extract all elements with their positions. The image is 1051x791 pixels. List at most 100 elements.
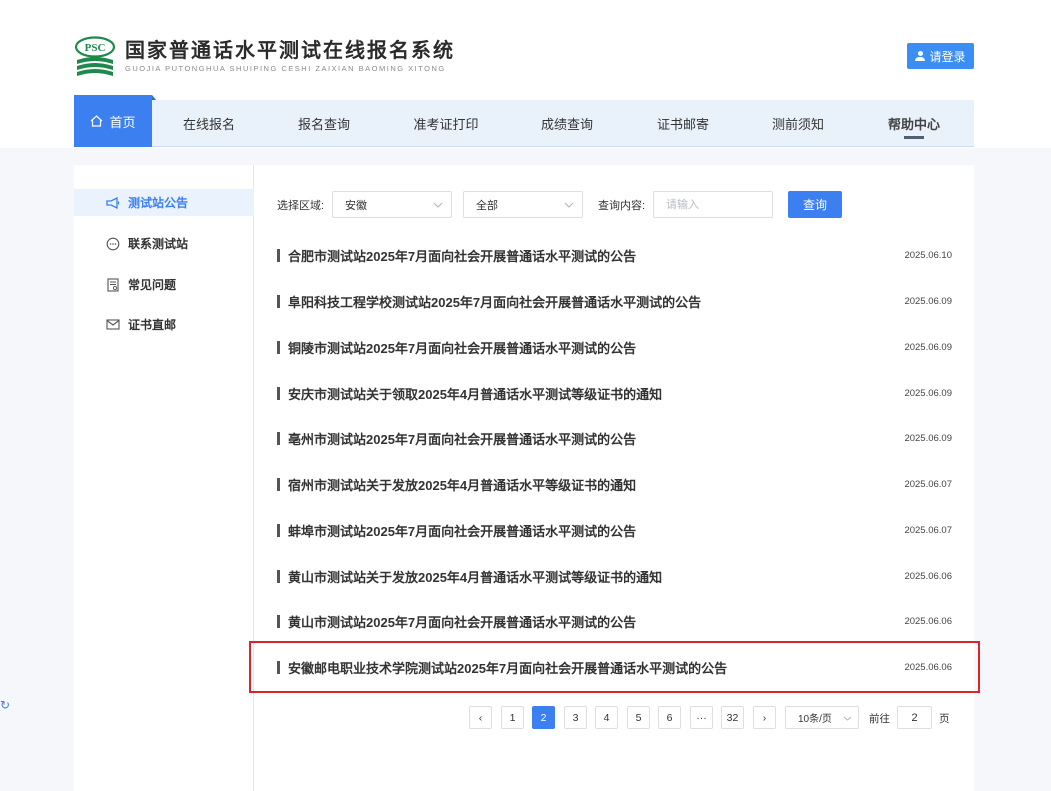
list-item[interactable]: 蚌埠市测试站2025年7月面向社会开展普通话水平测试的公告 2025.06.07 xyxy=(277,515,954,545)
list-item[interactable]: 阜阳科技工程学校测试站2025年7月面向社会开展普通话水平测试的公告 2025.0… xyxy=(277,286,954,316)
list-bullet xyxy=(277,340,280,354)
list-bullet xyxy=(277,523,280,537)
province-select[interactable]: 安徽 xyxy=(332,191,452,218)
announcement-date: 2025.06.09 xyxy=(904,341,952,353)
main-nav: 首页 在线报名 报名查询 准考证打印 成绩查询 证书邮寄 测前须知 帮助中心 xyxy=(74,95,974,147)
list-bullet xyxy=(277,614,280,628)
page-size-select[interactable]: 10条/页 xyxy=(785,706,859,729)
login-button[interactable]: 请登录 xyxy=(907,43,974,69)
city-select[interactable]: 全部 xyxy=(463,191,583,218)
edge-fragment-icon: ↻ xyxy=(0,698,11,712)
page-button-6[interactable]: 6 xyxy=(658,706,681,729)
nav-label: 准考证打印 xyxy=(413,117,479,132)
province-value: 安徽 xyxy=(345,199,367,212)
site-title: 国家普通话水平测试在线报名系统 xyxy=(125,38,455,62)
goto-page-input[interactable] xyxy=(897,706,932,729)
sidebar-item-faq[interactable]: 常见问题 xyxy=(74,271,254,298)
nav-item-test-notice[interactable]: 测前须知 xyxy=(742,100,854,147)
list-bullet xyxy=(277,294,280,308)
query-button[interactable]: 查询 xyxy=(788,191,842,218)
home-icon xyxy=(90,115,103,127)
nav-item-certificate-mail[interactable]: 证书邮寄 xyxy=(624,100,742,147)
list-item[interactable]: 铜陵市测试站2025年7月面向社会开展普通话水平测试的公告 2025.06.09 xyxy=(277,332,954,362)
announcement-title: 安徽邮电职业技术学院测试站2025年7月面向社会开展普通话水平测试的公告 xyxy=(288,660,728,676)
sidebar-item-contact-station[interactable]: 联系测试站 xyxy=(74,230,254,257)
chat-icon xyxy=(106,237,120,251)
announcement-date: 2025.06.10 xyxy=(904,249,952,261)
chevron-down-icon xyxy=(564,200,574,212)
chevron-down-icon xyxy=(843,714,852,725)
list-item[interactable]: 合肥市测试站2025年7月面向社会开展普通话水平测试的公告 2025.06.10 xyxy=(277,240,954,270)
nav-label: 报名查询 xyxy=(297,117,350,132)
list-item[interactable]: 亳州市测试站2025年7月面向社会开展普通话水平测试的公告 2025.06.09 xyxy=(277,423,954,453)
megaphone-icon xyxy=(106,196,120,210)
announcement-title: 铜陵市测试站2025年7月面向社会开展普通话水平测试的公告 xyxy=(288,340,637,356)
list-item[interactable]: 黄山市测试站2025年7月面向社会开展普通话水平测试的公告 2025.06.06 xyxy=(277,606,954,636)
nav-item-admission-ticket[interactable]: 准考证打印 xyxy=(382,100,510,147)
nav-label: 首页 xyxy=(109,114,136,130)
nav-item-registration-query[interactable]: 报名查询 xyxy=(266,100,382,147)
nav-item-help-center[interactable]: 帮助中心 xyxy=(854,100,974,147)
page-button-1[interactable]: 1 xyxy=(501,706,524,729)
user-icon xyxy=(915,51,926,61)
search-input[interactable] xyxy=(653,191,773,218)
sidebar-item-label: 测试站公告 xyxy=(128,196,189,210)
list-item[interactable]: 黄山市测试站关于发放2025年4月普通话水平测试等级证书的通知 2025.06.0… xyxy=(277,561,954,591)
logo-badge-text: PSC xyxy=(85,42,106,54)
page-button-3[interactable]: 3 xyxy=(564,706,587,729)
announcement-date: 2025.06.09 xyxy=(904,387,952,399)
page-button-5[interactable]: 5 xyxy=(627,706,650,729)
page-unit-label: 页 xyxy=(939,713,950,725)
nav-item-home[interactable]: 首页 xyxy=(74,95,156,147)
list-bullet xyxy=(277,569,280,583)
announcement-date: 2025.06.06 xyxy=(904,661,952,673)
list-bullet xyxy=(277,431,280,445)
page-button-4[interactable]: 4 xyxy=(595,706,618,729)
sidebar: 测试站公告 联系测试站 常见问题 证书直邮 xyxy=(74,165,254,791)
nav-label: 在线报名 xyxy=(182,117,235,132)
announcement-title: 黄山市测试站关于发放2025年4月普通话水平测试等级证书的通知 xyxy=(288,569,663,585)
site-logo[interactable]: PSC 国家普通话水平测试在线报名系统 GUOJIA PUTONGHUA SHU… xyxy=(73,36,455,78)
list-bullet xyxy=(277,386,280,400)
chevron-down-icon xyxy=(433,200,443,212)
next-page-button[interactable]: › xyxy=(753,706,776,729)
announcement-title: 阜阳科技工程学校测试站2025年7月面向社会开展普通话水平测试的公告 xyxy=(288,294,702,310)
sidebar-item-announcements[interactable]: 测试站公告 xyxy=(74,189,254,216)
document-icon xyxy=(106,277,120,292)
list-bullet xyxy=(277,248,280,262)
active-underline xyxy=(904,136,924,139)
announcement-date: 2025.06.09 xyxy=(904,432,952,444)
announcement-title: 合肥市测试站2025年7月面向社会开展普通话水平测试的公告 xyxy=(288,248,637,264)
list-item[interactable]: 安庆市测试站关于领取2025年4月普通话水平测试等级证书的通知 2025.06.0… xyxy=(277,378,954,408)
announcement-date: 2025.06.09 xyxy=(904,295,952,307)
prev-page-button[interactable]: ‹ xyxy=(469,706,492,729)
nav-item-online-registration[interactable]: 在线报名 xyxy=(152,100,266,147)
region-label: 选择区域: xyxy=(277,200,325,212)
announcement-date: 2025.06.07 xyxy=(904,524,952,536)
page-button-2[interactable]: 2 xyxy=(532,706,555,729)
announcement-date: 2025.06.06 xyxy=(904,570,952,582)
list-bullet xyxy=(277,477,280,491)
page-button-32[interactable]: 32 xyxy=(721,706,744,729)
nav-label: 帮助中心 xyxy=(887,117,940,132)
announcement-title: 蚌埠市测试站2025年7月面向社会开展普通话水平测试的公告 xyxy=(288,523,637,539)
announcement-title: 宿州市测试站关于发放2025年4月普通话水平等级证书的通知 xyxy=(288,477,637,493)
sidebar-item-certificate-mail[interactable]: 证书直邮 xyxy=(74,311,254,338)
list-bullet xyxy=(277,660,280,674)
sidebar-item-label: 证书直邮 xyxy=(128,318,177,332)
sidebar-item-label: 常见问题 xyxy=(128,278,177,292)
page-size-value: 10条/页 xyxy=(798,714,832,725)
page-ellipsis-button[interactable]: ··· xyxy=(690,706,713,729)
list-item[interactable]: 宿州市测试站关于发放2025年4月普通话水平等级证书的通知 2025.06.07 xyxy=(277,469,954,499)
sidebar-item-label: 联系测试站 xyxy=(128,237,189,251)
announcement-title: 黄山市测试站2025年7月面向社会开展普通话水平测试的公告 xyxy=(288,614,637,630)
content-panel: 测试站公告 联系测试站 常见问题 证书直邮 选择区域: 安徽 全部 查询内容: … xyxy=(74,165,974,791)
nav-label: 测前须知 xyxy=(771,117,824,132)
announcement-date: 2025.06.07 xyxy=(904,478,952,490)
list-item[interactable]: 安徽邮电职业技术学院测试站2025年7月面向社会开展普通话水平测试的公告 2025… xyxy=(277,652,954,682)
nav-label: 成绩查询 xyxy=(540,117,593,132)
nav-item-score-query[interactable]: 成绩查询 xyxy=(510,100,624,147)
login-label: 请登录 xyxy=(929,49,966,64)
psc-logo-icon: PSC xyxy=(73,36,117,78)
announcement-date: 2025.06.06 xyxy=(904,615,952,627)
